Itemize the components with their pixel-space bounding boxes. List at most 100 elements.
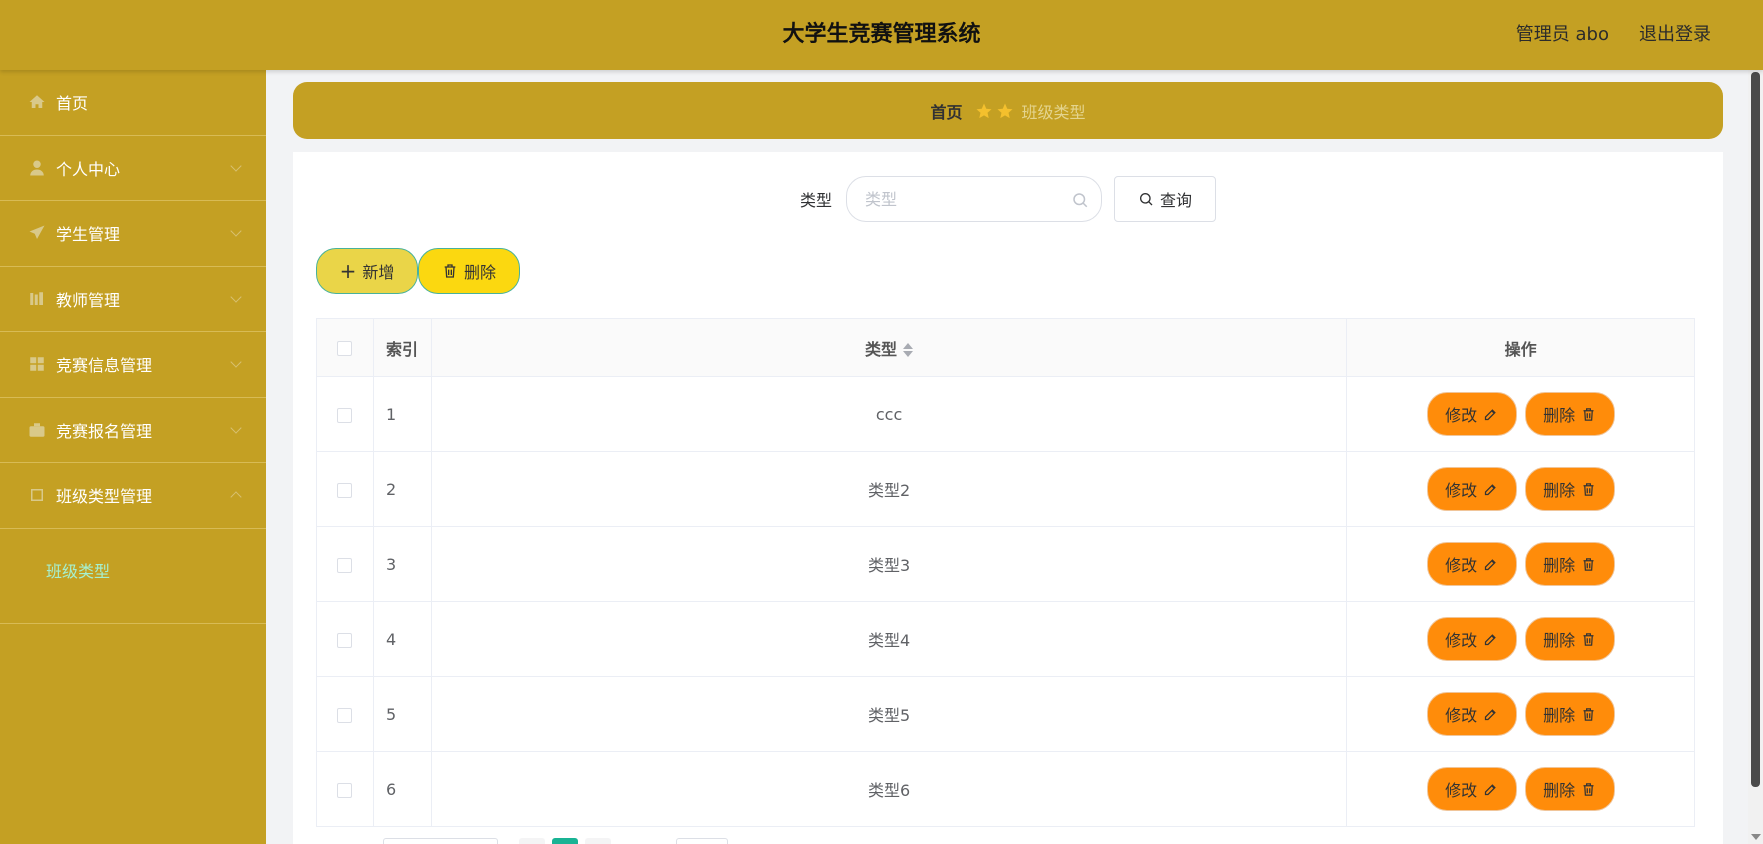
delete-button-label: 删除 — [1543, 631, 1576, 650]
edit-button[interactable]: 修改 — [1426, 767, 1517, 811]
row-checkbox[interactable] — [337, 632, 353, 648]
edit-button[interactable]: 修改 — [1426, 692, 1517, 736]
row-type: 类型2 — [431, 451, 1348, 527]
delete-button[interactable]: 删除 — [1524, 392, 1615, 436]
briefcase-icon — [28, 421, 46, 439]
query-button[interactable]: 查询 — [1114, 176, 1216, 222]
logout-link[interactable]: 退出登录 — [1639, 0, 1711, 70]
edit-button-label: 修改 — [1445, 406, 1478, 425]
sidebar-item-class-type-management[interactable]: 班级类型管理 — [0, 463, 266, 529]
table-row: 6 类型6 修改 删除 — [316, 751, 1695, 827]
edit-icon — [1484, 783, 1496, 795]
row-type: 类型5 — [431, 676, 1348, 752]
column-header-index: 索引 — [373, 318, 432, 377]
edit-button[interactable]: 修改 — [1426, 392, 1517, 436]
column-header-type[interactable]: 类型 — [431, 318, 1348, 377]
search-icon — [1073, 193, 1088, 208]
delete-button-label: 删除 — [463, 263, 496, 282]
row-operations: 修改 删除 — [1346, 751, 1695, 827]
edit-button[interactable]: 修改 — [1426, 542, 1517, 586]
prev-page-button[interactable] — [519, 838, 545, 844]
delete-button[interactable]: 删除 — [1524, 767, 1615, 811]
sidebar-item-personal-center[interactable]: 个人中心 — [0, 136, 266, 201]
sort-icon[interactable] — [903, 342, 914, 358]
table-row: 4 类型4 修改 删除 — [316, 601, 1695, 677]
row-checkbox[interactable] — [337, 407, 353, 423]
sidebar-item-student-management[interactable]: 学生管理 — [0, 201, 266, 267]
row-checkbox[interactable] — [337, 557, 353, 573]
trash-icon — [1583, 632, 1594, 646]
sidebar-item-home[interactable]: 首页 — [0, 70, 266, 136]
sidebar-item-competition-registration[interactable]: 竞赛报名管理 — [0, 398, 266, 463]
submenu-class-type: 班级类型 — [0, 529, 266, 624]
page-number-current[interactable] — [552, 838, 578, 844]
jump-page-input[interactable] — [676, 838, 728, 844]
row-operations: 修改 删除 — [1346, 526, 1695, 602]
trash-icon — [1583, 482, 1594, 496]
search-input[interactable] — [865, 189, 1065, 209]
edit-icon — [1484, 408, 1496, 420]
delete-button[interactable]: 删除 — [1524, 467, 1615, 511]
home-icon — [28, 93, 46, 111]
page-size-select[interactable] — [383, 838, 498, 844]
sidebar-item-label: 教师管理 — [56, 290, 121, 310]
table-row: 3 类型3 修改 删除 — [316, 526, 1695, 602]
row-type: 类型3 — [431, 526, 1348, 602]
delete-button-label: 删除 — [1543, 706, 1576, 725]
row-index: 3 — [373, 526, 432, 602]
action-buttons: + 新增 删除 — [316, 248, 520, 294]
table-header-row: 索引 类型 操作 — [316, 318, 1695, 377]
sidebar-subitem-class-type[interactable]: 班级类型 — [46, 558, 110, 582]
edit-button-label: 修改 — [1445, 781, 1478, 800]
books-icon — [28, 290, 46, 308]
chevron-down-icon — [230, 225, 242, 237]
delete-button-label: 删除 — [1543, 556, 1576, 575]
breadcrumb-home[interactable]: 首页 — [930, 99, 962, 123]
row-index: 6 — [373, 751, 432, 827]
trash-icon — [1583, 557, 1594, 571]
edit-button[interactable]: 修改 — [1426, 617, 1517, 661]
trash-icon — [1583, 407, 1594, 421]
next-page-button[interactable] — [585, 838, 611, 844]
delete-button[interactable]: 删除 — [1524, 692, 1615, 736]
scrollbar-thumb[interactable] — [1751, 72, 1760, 787]
edit-button[interactable]: 修改 — [1426, 467, 1517, 511]
row-select-cell — [316, 451, 374, 527]
page-scrollbar[interactable] — [1748, 70, 1763, 844]
row-select-cell — [316, 526, 374, 602]
row-operations: 修改 删除 — [1346, 676, 1695, 752]
row-checkbox[interactable] — [337, 782, 353, 798]
sidebar-item-label: 竞赛信息管理 — [56, 356, 153, 376]
trash-icon — [1583, 707, 1594, 721]
delete-button[interactable]: 删除 — [1524, 617, 1615, 661]
edit-button-label: 修改 — [1445, 556, 1478, 575]
edit-button-label: 修改 — [1445, 706, 1478, 725]
row-checkbox[interactable] — [337, 482, 353, 498]
chevron-down-icon — [230, 160, 242, 172]
row-select-cell — [316, 376, 374, 452]
sidebar-item-label: 学生管理 — [56, 225, 121, 245]
edit-button-label: 修改 — [1445, 481, 1478, 500]
row-index: 2 — [373, 451, 432, 527]
breadcrumb: 首页 班级类型 — [293, 82, 1723, 139]
search-field[interactable] — [846, 176, 1102, 222]
add-button[interactable]: + 新增 — [316, 248, 418, 294]
table-row: 2 类型2 修改 删除 — [316, 451, 1695, 527]
chevron-down-icon — [230, 291, 242, 303]
table-row: 1 ccc 修改 删除 — [316, 376, 1695, 452]
main-content: 首页 班级类型 类型 查询 + 新增 删除 — [266, 70, 1748, 844]
delete-button-label: 删除 — [1543, 406, 1576, 425]
delete-button-label: 删除 — [1543, 481, 1576, 500]
row-checkbox[interactable] — [337, 707, 353, 723]
delete-button[interactable]: 删除 — [1524, 542, 1615, 586]
sidebar-item-label: 首页 — [56, 94, 89, 114]
scroll-down-icon[interactable] — [1751, 834, 1761, 840]
select-all-checkbox[interactable] — [337, 341, 353, 356]
batch-delete-button[interactable]: 删除 — [418, 248, 520, 294]
sidebar-item-teacher-management[interactable]: 教师管理 — [0, 267, 266, 332]
search-label: 类型 — [799, 191, 832, 210]
column-header-type-label: 类型 — [865, 339, 898, 359]
search-icon — [1139, 193, 1153, 206]
sidebar-item-competition-info[interactable]: 竞赛信息管理 — [0, 332, 266, 398]
breadcrumb-current: 班级类型 — [1021, 102, 1086, 122]
